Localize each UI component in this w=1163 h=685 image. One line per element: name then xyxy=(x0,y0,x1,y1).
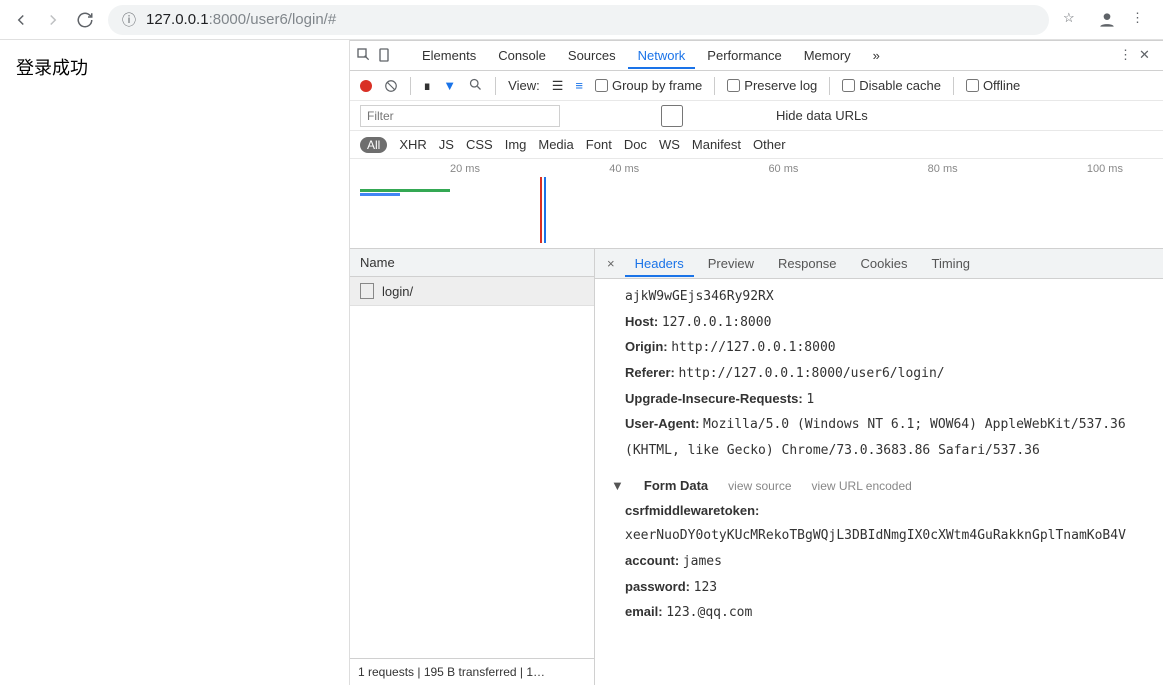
form-account: james xyxy=(683,554,722,569)
form-csrf: xeerNuoDY0otyKUcMRekoTBgWQjL3DBIdNmgIX0c… xyxy=(625,528,1126,543)
load-marker-blue xyxy=(544,177,546,243)
load-marker-red xyxy=(540,177,542,243)
detail-tab-headers[interactable]: Headers xyxy=(625,250,694,277)
request-summary: 1 requests | 195 B transferred | 1… xyxy=(350,658,594,685)
cookie-fragment: ajkW9wGEjs346Ry92RX xyxy=(611,285,1147,310)
browser-address-bar: ⓘ 127.0.0.1:8000/user6/login/# ☆ ⋮ xyxy=(0,0,1163,40)
tick: 20 ms xyxy=(450,163,480,175)
forward-icon[interactable] xyxy=(44,11,62,29)
type-other[interactable]: Other xyxy=(753,137,786,152)
network-toolbar: ∎ ▼ View: ☰ ≡ Group by frame Preserve lo… xyxy=(350,71,1163,101)
disable-cache-checkbox[interactable]: Disable cache xyxy=(842,78,941,93)
form-password: 123 xyxy=(694,580,717,595)
inspect-icon[interactable] xyxy=(356,47,374,65)
type-filter-row: All XHR JS CSS Img Media Font Doc WS Man… xyxy=(350,131,1163,159)
camera-icon[interactable]: ∎ xyxy=(423,78,431,94)
document-icon xyxy=(360,283,374,299)
header-user-agent: Mozilla/5.0 (Windows NT 6.1; WOW64) Appl… xyxy=(625,417,1126,458)
tab-elements[interactable]: Elements xyxy=(412,42,486,69)
header-referer: http://127.0.0.1:8000/user6/login/ xyxy=(678,366,944,381)
list-view-icon[interactable]: ☰ xyxy=(552,78,564,94)
detail-tab-preview[interactable]: Preview xyxy=(698,250,764,277)
waterfall-view-icon[interactable]: ≡ xyxy=(575,78,583,93)
kebab-icon[interactable]: ⋮ xyxy=(1119,47,1137,65)
request-detail: × Headers Preview Response Cookies Timin… xyxy=(595,249,1163,685)
back-icon[interactable] xyxy=(12,11,30,29)
header-host: 127.0.0.1:8000 xyxy=(662,315,772,330)
close-icon[interactable]: × xyxy=(601,256,621,271)
header-origin: http://127.0.0.1:8000 xyxy=(671,340,835,355)
devtools-panel: Elements Console Sources Network Perform… xyxy=(350,40,1163,685)
tab-sources[interactable]: Sources xyxy=(558,42,626,69)
url-text: 127.0.0.1:8000/user6/login/# xyxy=(146,11,336,28)
tab-more[interactable]: » xyxy=(863,42,890,69)
form-data-section[interactable]: ▼ Form Data view source view URL encoded xyxy=(611,474,1147,499)
preserve-log-checkbox[interactable]: Preserve log xyxy=(727,78,817,93)
tab-performance[interactable]: Performance xyxy=(697,42,791,69)
page-content: 登录成功 xyxy=(0,40,350,685)
tick: 40 ms xyxy=(609,163,639,175)
type-doc[interactable]: Doc xyxy=(624,137,647,152)
request-list-header[interactable]: Name xyxy=(350,249,594,277)
tab-memory[interactable]: Memory xyxy=(794,42,861,69)
tick: 100 ms xyxy=(1087,163,1123,175)
detail-tab-timing[interactable]: Timing xyxy=(922,250,981,277)
filter-icon[interactable]: ▼ xyxy=(443,78,456,93)
reload-icon[interactable] xyxy=(76,11,94,29)
detail-tab-cookies[interactable]: Cookies xyxy=(851,250,918,277)
detail-body[interactable]: ajkW9wGEjs346Ry92RX Host: 127.0.0.1:8000… xyxy=(595,279,1163,685)
record-icon[interactable] xyxy=(360,80,372,92)
search-icon[interactable] xyxy=(468,77,483,95)
table-row[interactable]: login/ xyxy=(350,277,594,306)
type-css[interactable]: CSS xyxy=(466,137,493,152)
group-by-frame-checkbox[interactable]: Group by frame xyxy=(595,78,702,93)
offline-checkbox[interactable]: Offline xyxy=(966,78,1020,93)
type-img[interactable]: Img xyxy=(505,137,527,152)
devtools-tabs: Elements Console Sources Network Perform… xyxy=(350,41,1163,71)
type-media[interactable]: Media xyxy=(538,137,573,152)
type-xhr[interactable]: XHR xyxy=(399,137,426,152)
star-icon[interactable]: ☆ xyxy=(1063,10,1083,30)
view-source-link[interactable]: view source xyxy=(728,475,791,498)
request-list: Name login/ 1 requests | 195 B transferr… xyxy=(350,249,595,685)
detail-tabs: × Headers Preview Response Cookies Timin… xyxy=(595,249,1163,279)
profile-icon[interactable] xyxy=(1097,10,1117,30)
url-input[interactable]: ⓘ 127.0.0.1:8000/user6/login/# xyxy=(108,5,1049,35)
filter-bar: Hide data URLs xyxy=(350,101,1163,131)
filter-input[interactable] xyxy=(360,105,560,127)
type-js[interactable]: JS xyxy=(439,137,454,152)
tab-network[interactable]: Network xyxy=(628,42,696,69)
timeline-overview[interactable]: 20 ms 40 ms 60 ms 80 ms 100 ms xyxy=(350,159,1163,249)
hide-data-urls-checkbox[interactable]: Hide data URLs xyxy=(572,105,868,127)
info-icon: ⓘ xyxy=(122,10,136,30)
kebab-icon[interactable]: ⋮ xyxy=(1131,10,1151,30)
type-font[interactable]: Font xyxy=(586,137,612,152)
request-name: login/ xyxy=(382,284,413,299)
device-icon[interactable] xyxy=(376,47,394,65)
clear-icon[interactable] xyxy=(384,79,398,93)
header-uir: 1 xyxy=(806,392,814,407)
collapse-icon[interactable]: ▼ xyxy=(611,474,624,499)
type-all[interactable]: All xyxy=(360,137,387,153)
type-manifest[interactable]: Manifest xyxy=(692,137,741,152)
view-label: View: xyxy=(508,78,540,93)
view-url-encoded-link[interactable]: view URL encoded xyxy=(812,475,912,498)
detail-tab-response[interactable]: Response xyxy=(768,250,847,277)
tick: 60 ms xyxy=(768,163,798,175)
type-ws[interactable]: WS xyxy=(659,137,680,152)
tab-console[interactable]: Console xyxy=(488,42,556,69)
tick: 80 ms xyxy=(928,163,958,175)
close-icon[interactable]: ✕ xyxy=(1139,47,1157,65)
form-email: 123.@qq.com xyxy=(666,605,752,620)
